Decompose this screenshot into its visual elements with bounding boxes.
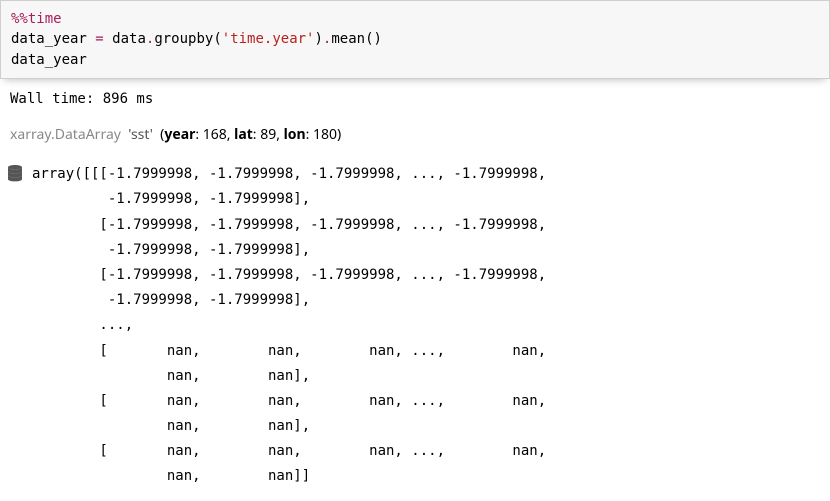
- dataarray-repr-header: xarray.DataArray 'sst' (year: 168, lat: …: [0, 109, 830, 162]
- code-call: groupby(: [154, 31, 221, 47]
- code-call: mean(): [331, 31, 382, 47]
- code-string: 'time.year': [222, 31, 315, 47]
- code-operator: =: [95, 31, 103, 47]
- array-output: array([[[-1.7999998, -1.7999998, -1.7999…: [0, 162, 830, 489]
- wall-time-output: Wall time: 896 ms: [0, 79, 830, 109]
- magic-command: %%time: [11, 11, 62, 27]
- module-name: xarray.DataArray: [10, 125, 121, 144]
- code-token: data: [104, 31, 146, 47]
- code-token: data_year: [11, 52, 87, 68]
- code-input-cell[interactable]: %%time data_year = data.groupby('time.ye…: [0, 0, 830, 79]
- dims: (year: 168, lat: 89, lon: 180): [160, 125, 341, 144]
- database-icon[interactable]: [6, 164, 24, 191]
- variable-name: 'sst': [128, 125, 153, 144]
- code-close: ): [314, 31, 322, 47]
- array-repr-text: array([[[-1.7999998, -1.7999998, -1.7999…: [32, 162, 546, 489]
- code-token: data_year: [11, 31, 95, 47]
